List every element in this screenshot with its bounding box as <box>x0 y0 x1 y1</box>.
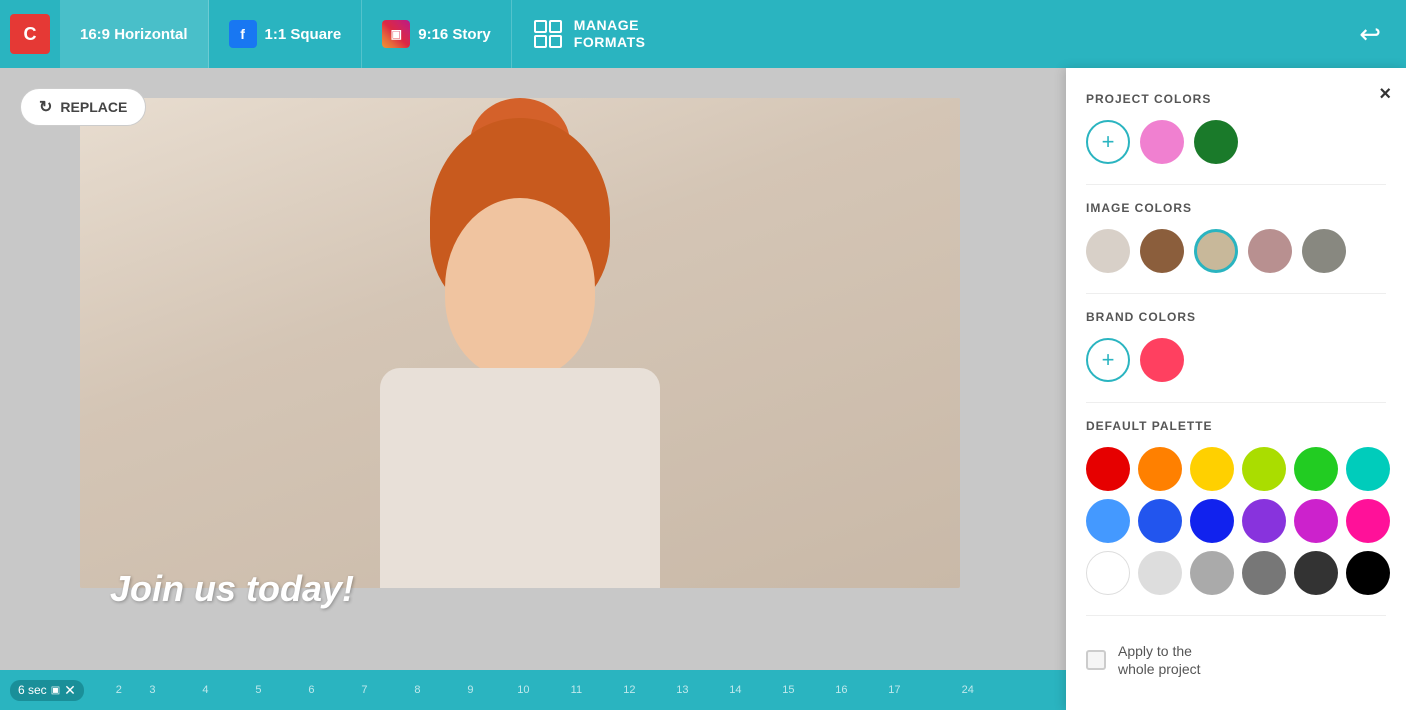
palette-color-blue[interactable] <box>1138 499 1182 543</box>
person-background <box>80 98 960 588</box>
divider-3 <box>1086 402 1386 403</box>
canvas-image <box>80 98 960 588</box>
image-colors-row <box>1086 229 1386 273</box>
brand-colors-row: + <box>1086 338 1386 382</box>
project-colors-row: + <box>1086 120 1386 164</box>
palette-color-darkblue[interactable] <box>1190 499 1234 543</box>
apply-label: Apply to the whole project <box>1118 642 1201 678</box>
logo-letter: C <box>24 24 37 45</box>
default-palette-title: DEFAULT PALETTE <box>1086 419 1386 433</box>
time-label: 6 sec <box>18 683 47 697</box>
manage-formats-icon <box>532 18 564 50</box>
ig-icon: ▣ <box>382 20 410 48</box>
image-color-1[interactable] <box>1086 229 1130 273</box>
palette-color-red[interactable] <box>1086 447 1130 491</box>
app-logo: C <box>10 14 50 54</box>
image-colors-title: IMAGE COLORS <box>1086 201 1386 215</box>
brand-colors-title: BRAND COLORS <box>1086 310 1386 324</box>
tab-horizontal-label: 16:9 Horizontal <box>80 26 188 43</box>
close-button[interactable]: × <box>1379 83 1391 106</box>
palette-color-lightgray[interactable] <box>1138 551 1182 595</box>
fb-icon: f <box>229 20 257 48</box>
palette-color-orange[interactable] <box>1138 447 1182 491</box>
time-icon: ▣ <box>51 685 60 696</box>
canvas-overlay-text: Join us today! <box>110 568 354 610</box>
divider-4 <box>1086 615 1386 616</box>
divider-1 <box>1086 184 1386 185</box>
palette-color-teal[interactable] <box>1346 447 1390 491</box>
palette-color-green[interactable] <box>1294 447 1338 491</box>
palette-color-pink[interactable] <box>1346 499 1390 543</box>
image-color-2[interactable] <box>1140 229 1184 273</box>
image-color-4[interactable] <box>1248 229 1292 273</box>
palette-color-skyblue[interactable] <box>1086 499 1130 543</box>
tab-fb-square[interactable]: f 1:1 Square <box>209 0 363 68</box>
body-shirt <box>380 368 660 588</box>
manage-formats-button[interactable]: MANAGEFORMATS <box>512 0 666 68</box>
image-color-5[interactable] <box>1302 229 1346 273</box>
default-palette-grid <box>1086 447 1386 595</box>
tab-fb-label: 1:1 Square <box>265 26 342 43</box>
tab-ig-story[interactable]: ▣ 9:16 Story <box>362 0 512 68</box>
palette-color-white[interactable] <box>1086 551 1130 595</box>
palette-color-black[interactable] <box>1346 551 1390 595</box>
main-area: ↻ REPLACE Join us today! 6 sec ▣ ✕ <box>0 68 1406 710</box>
brand-color-red[interactable] <box>1140 338 1184 382</box>
divider-2 <box>1086 293 1386 294</box>
add-project-color-button[interactable]: + <box>1086 120 1130 164</box>
add-brand-color-button[interactable]: + <box>1086 338 1130 382</box>
palette-color-lime[interactable] <box>1242 447 1286 491</box>
palette-color-darkgray[interactable] <box>1294 551 1338 595</box>
image-color-3[interactable] <box>1194 229 1238 273</box>
apply-checkbox[interactable] <box>1086 650 1106 670</box>
project-color-pink[interactable] <box>1140 120 1184 164</box>
undo-button[interactable]: ↩ <box>1344 19 1396 50</box>
tab-horizontal[interactable]: 16:9 Horizontal <box>60 0 209 68</box>
tab-ig-label: 9:16 Story <box>418 26 491 43</box>
time-close[interactable]: ✕ <box>64 682 76 699</box>
palette-color-magenta[interactable] <box>1294 499 1338 543</box>
replace-label: REPLACE <box>60 99 127 115</box>
project-color-green[interactable] <box>1194 120 1238 164</box>
time-indicator: 6 sec ▣ ✕ <box>10 680 84 701</box>
apply-row: Apply to the whole project <box>1086 632 1386 678</box>
project-colors-title: PROJECT COLORS <box>1086 92 1386 106</box>
color-panel: × PROJECT COLORS + IMAGE COLORS BRAND CO… <box>1066 68 1406 710</box>
manage-formats-label: MANAGEFORMATS <box>574 17 646 51</box>
palette-color-medgray[interactable] <box>1190 551 1234 595</box>
palette-color-purple[interactable] <box>1242 499 1286 543</box>
face <box>445 198 595 378</box>
topbar: C 16:9 Horizontal f 1:1 Square ▣ 9:16 St… <box>0 0 1406 68</box>
palette-color-gray[interactable] <box>1242 551 1286 595</box>
replace-button[interactable]: ↻ REPLACE <box>20 88 146 126</box>
palette-color-yellow[interactable] <box>1190 447 1234 491</box>
